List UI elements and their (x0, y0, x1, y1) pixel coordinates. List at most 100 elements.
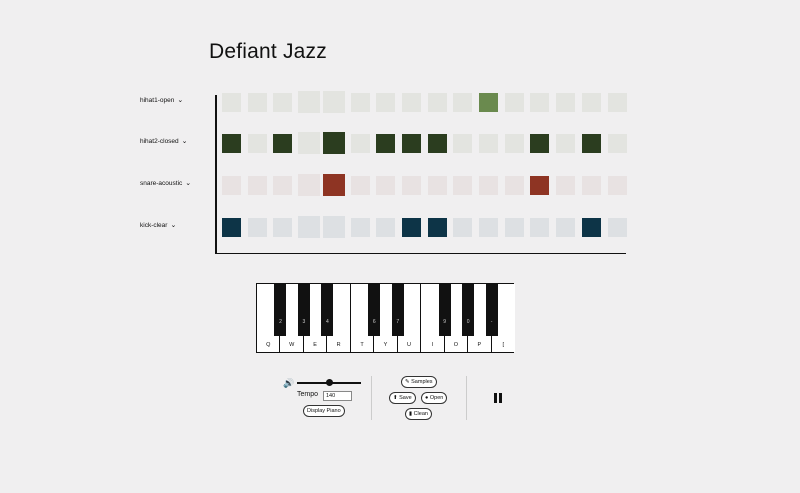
step-cell[interactable] (376, 133, 396, 153)
chevron-down-icon: ⌄ (181, 138, 188, 145)
step-cell[interactable] (323, 216, 346, 238)
step-cell[interactable] (427, 92, 447, 112)
track-selector-hihat2-closed[interactable]: hihat2-closed ⌄ (140, 137, 210, 146)
piano-keyboard: Q W E R T Y U I O P [2 3 4 6 7 9 0 - (256, 283, 515, 353)
step-cell[interactable] (323, 174, 346, 196)
step-cell[interactable] (607, 133, 627, 153)
step-cell[interactable] (453, 175, 473, 195)
step-cell[interactable] (581, 92, 601, 112)
step-cell[interactable] (479, 217, 498, 237)
key-label: [ (502, 342, 505, 348)
piano-black-key[interactable]: 6 (368, 284, 381, 336)
step-cell[interactable] (581, 133, 601, 153)
step-cell[interactable] (222, 175, 241, 195)
piano-black-key[interactable]: 2 (274, 284, 287, 336)
pause-icon[interactable] (494, 393, 502, 403)
piano-black-key[interactable]: 9 (438, 284, 451, 336)
step-cell[interactable] (273, 175, 293, 195)
track-selector-hihat1-open[interactable]: hihat1-open ⌄ (140, 96, 210, 105)
step-cell[interactable] (273, 133, 293, 153)
piano-black-key[interactable]: 0 (462, 284, 475, 336)
step-cell[interactable] (401, 175, 421, 195)
step-cell[interactable] (401, 92, 421, 112)
piano-black-key[interactable]: 4 (321, 284, 334, 336)
clean-button[interactable]: ▮ Clean (405, 408, 432, 420)
step-cell[interactable] (401, 217, 421, 237)
chevron-down-icon: ⌄ (177, 97, 184, 104)
step-cell[interactable] (556, 92, 576, 112)
step-cell[interactable] (581, 175, 601, 195)
step-cell[interactable] (479, 175, 498, 195)
step-cell[interactable] (350, 175, 370, 195)
track-name: snare-acoustic (140, 179, 183, 187)
step-cell[interactable] (556, 133, 576, 153)
step-cell[interactable] (530, 92, 550, 112)
step-cell[interactable] (222, 217, 241, 237)
step-cell[interactable] (556, 175, 576, 195)
speaker-icon[interactable]: 🔊 (283, 378, 294, 389)
step-cell[interactable] (479, 92, 498, 112)
step-cell[interactable] (530, 133, 550, 153)
step-cell[interactable] (297, 216, 320, 238)
step-cell[interactable] (222, 133, 241, 153)
step-cell[interactable] (504, 133, 524, 153)
step-cell[interactable] (556, 217, 576, 237)
step-cell[interactable] (530, 217, 550, 237)
step-cell[interactable] (504, 217, 524, 237)
step-cell[interactable] (247, 133, 267, 153)
step-cell[interactable] (350, 92, 370, 112)
step-cell[interactable] (581, 217, 601, 237)
key-label: Q (266, 342, 271, 348)
display-piano-button[interactable]: Display Piano (303, 405, 345, 417)
step-cell[interactable] (453, 217, 473, 237)
step-cell[interactable] (297, 174, 320, 196)
step-cell[interactable] (530, 175, 550, 195)
step-cell[interactable] (297, 132, 320, 154)
step-cell[interactable] (504, 92, 524, 112)
save-button[interactable]: ⬆ Save (389, 392, 416, 404)
step-cell[interactable] (297, 91, 320, 113)
step-cell[interactable] (247, 217, 267, 237)
step-cell[interactable] (607, 92, 627, 112)
step-cell[interactable] (427, 175, 447, 195)
key-label: W (289, 342, 295, 348)
track-selector-kick-clear[interactable]: kick-clear ⌄ (140, 221, 210, 230)
track-name: kick-clear (140, 221, 168, 229)
step-cell[interactable] (247, 175, 267, 195)
piano-black-key[interactable]: - (485, 284, 498, 336)
step-cell[interactable] (427, 133, 447, 153)
track-selector-snare-acoustic[interactable]: snare-acoustic ⌄ (140, 179, 210, 188)
step-cell[interactable] (350, 133, 370, 153)
step-cell[interactable] (273, 217, 293, 237)
step-cell[interactable] (607, 175, 627, 195)
step-cell[interactable] (376, 217, 396, 237)
step-cell[interactable] (247, 92, 267, 112)
step-cell[interactable] (427, 217, 447, 237)
step-cell[interactable] (504, 175, 524, 195)
tempo-input[interactable]: 140 (323, 391, 352, 401)
step-cell[interactable] (273, 92, 293, 112)
step-cell[interactable] (376, 175, 396, 195)
open-label: Open (429, 395, 444, 401)
volume-slider-handle[interactable] (326, 379, 333, 386)
open-button[interactable]: ● Open (421, 392, 448, 404)
step-cell[interactable] (453, 92, 473, 112)
step-cell[interactable] (453, 133, 473, 153)
page-title: Defiant Jazz (209, 40, 327, 63)
step-cell[interactable] (479, 133, 498, 153)
step-cell[interactable] (401, 133, 421, 153)
piano-black-key[interactable]: 3 (297, 284, 310, 336)
step-cell[interactable] (350, 217, 370, 237)
wrench-icon: ✎ (405, 379, 410, 385)
step-cell[interactable] (607, 217, 627, 237)
key-label: E (313, 342, 317, 348)
divider (371, 376, 372, 420)
step-cell[interactable] (376, 92, 396, 112)
tempo-label: Tempo (297, 391, 319, 398)
step-cell[interactable] (222, 92, 241, 112)
piano-black-key[interactable]: 7 (391, 284, 404, 336)
key-label: I (431, 342, 434, 348)
samples-button[interactable]: ✎ Samples (401, 376, 437, 388)
step-cell[interactable] (323, 132, 346, 154)
step-cell[interactable] (323, 91, 346, 113)
